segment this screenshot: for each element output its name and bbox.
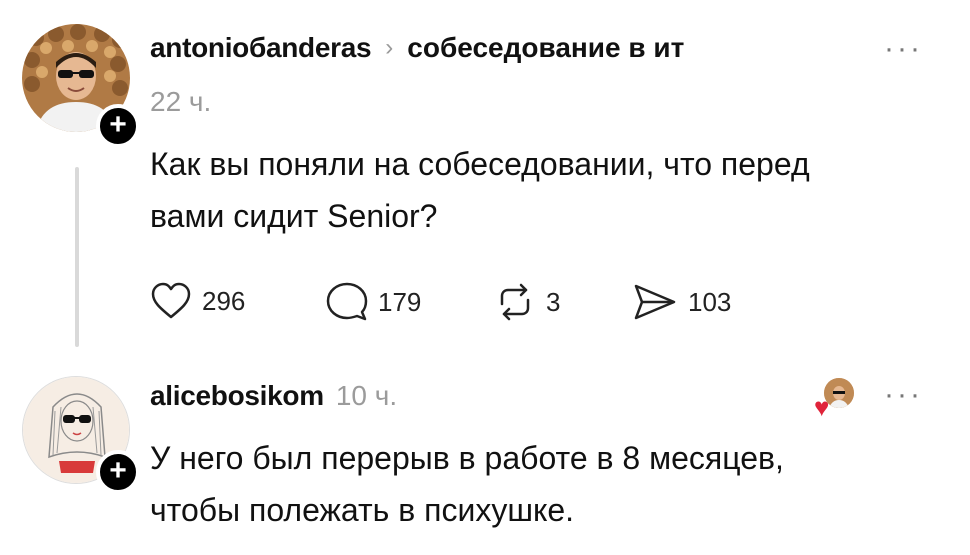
post-text-line: вами сидит Senior?	[150, 198, 438, 234]
comment-bubble-icon	[326, 282, 368, 321]
send-arrow-icon	[634, 284, 676, 320]
reply-timestamp: 10 ч.	[335, 380, 398, 411]
post-author-name[interactable]: antonioбanderas	[150, 32, 372, 64]
repost-button[interactable]: 3	[494, 282, 560, 322]
liked-by-author-badge: ♥	[814, 378, 856, 422]
reply-text-line: У него был перерыв в работе в 8 месяцев,	[150, 440, 784, 476]
follow-plus-icon[interactable]: +	[96, 450, 140, 494]
repost-count: 3	[546, 286, 561, 317]
post-body: Как вы поняли на собеседовании, что пере…	[150, 138, 810, 242]
comment-button[interactable]: 179	[326, 282, 421, 322]
post-topic-tag[interactable]: собеседование в ит	[407, 32, 684, 64]
more-options-icon[interactable]: ···	[884, 32, 923, 66]
post-text-line: Как вы поняли на собеседовании, что пере…	[150, 146, 810, 182]
reply-body: У него был перерыв в работе в 8 месяцев,…	[150, 432, 784, 536]
share-count: 103	[688, 286, 732, 317]
post-timestamp: 22 ч.	[150, 86, 212, 117]
reply-header: alicebosikom 10 ч.	[150, 380, 397, 412]
reply-author-name[interactable]: alicebosikom	[150, 380, 324, 412]
post-header: antonioбanderas › собеседование в ит	[150, 32, 684, 64]
follow-plus-icon[interactable]: +	[96, 104, 140, 148]
reply-text-line: чтобы полежать в психушке.	[150, 492, 575, 528]
like-button[interactable]: 296	[150, 282, 245, 320]
heart-outline-icon	[151, 282, 191, 319]
like-count: 296	[202, 285, 246, 316]
heart-filled-icon: ♥	[814, 392, 830, 422]
more-options-icon[interactable]: ···	[884, 378, 923, 412]
comment-count: 179	[378, 286, 422, 317]
chevron-right-icon: ›	[385, 34, 394, 61]
repost-arrows-icon	[500, 283, 530, 321]
share-button[interactable]: 103	[632, 282, 731, 322]
thread-connector-line	[75, 167, 79, 347]
